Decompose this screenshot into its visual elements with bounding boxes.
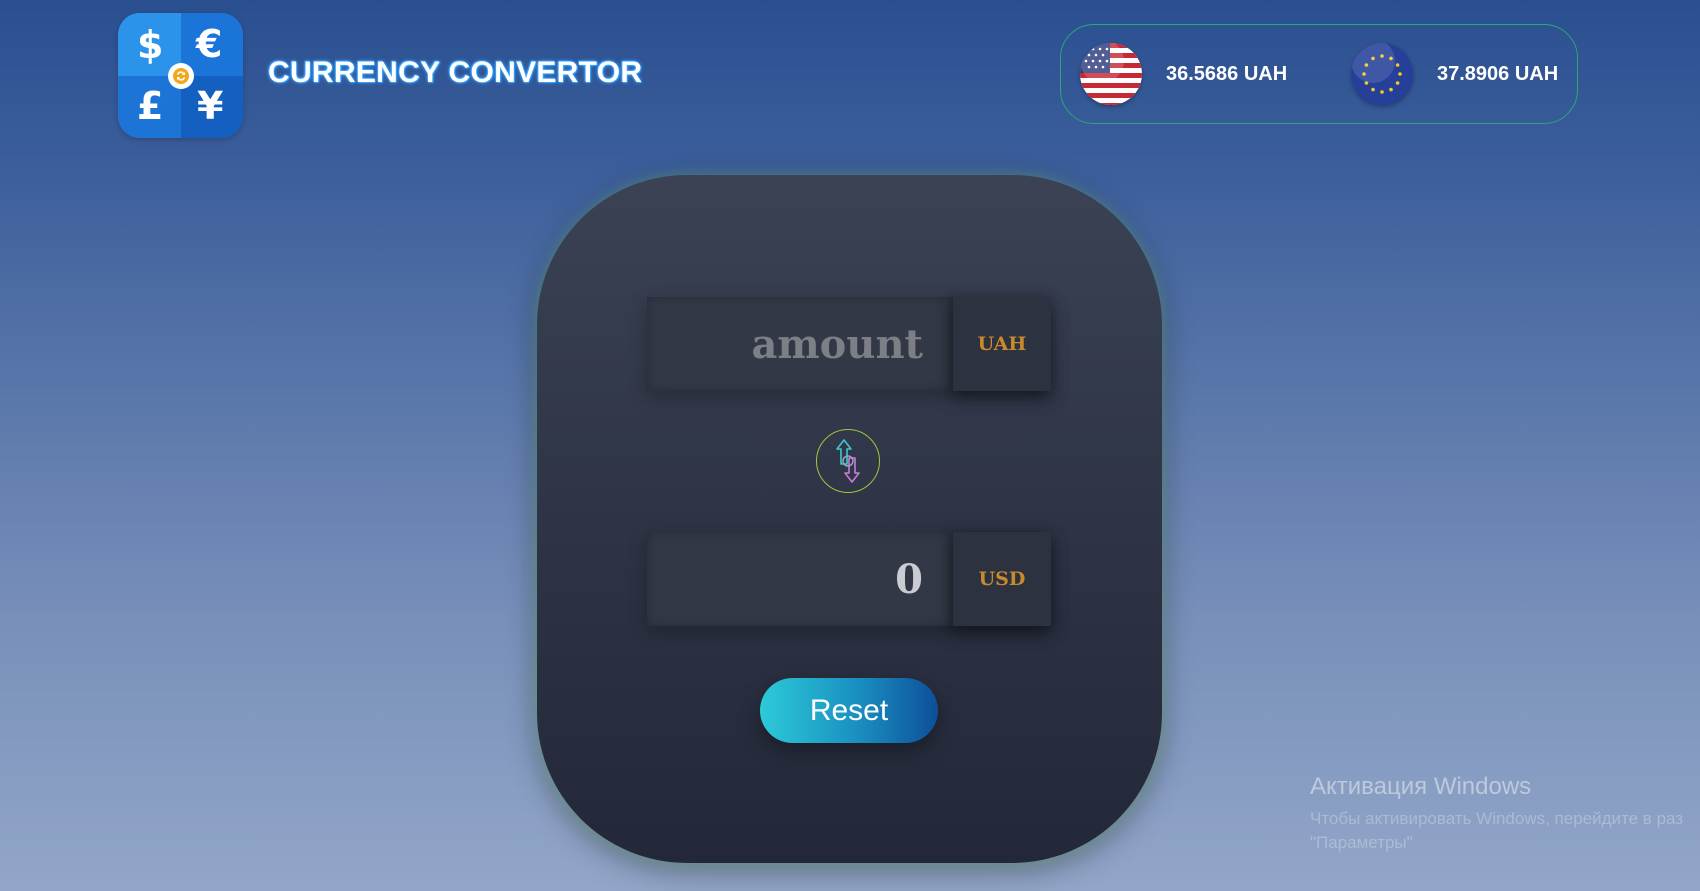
watermark-line1: Чтобы активировать Windows, перейдите в … [1310, 809, 1684, 828]
usd-rate: 36.5686 UAH [1080, 43, 1287, 105]
windows-activation-watermark: Активация Windows Чтобы активировать Win… [1310, 773, 1683, 853]
reset-button[interactable]: Reset [760, 678, 938, 743]
result-output: 0 [647, 532, 953, 626]
eur-rate: 37.8906 UAH [1351, 43, 1558, 105]
from-field: UAH [647, 297, 1051, 391]
app-logo: $ € £ ¥ [118, 13, 243, 138]
swap-button[interactable] [816, 429, 880, 493]
usd-rate-value: 36.5686 UAH [1166, 62, 1288, 85]
swap-arrows-icon [836, 439, 860, 483]
currency-exchange-icon [167, 62, 194, 89]
watermark-line2: "Параметры" [1310, 833, 1413, 852]
euro-symbol: € [196, 22, 223, 66]
to-currency-select[interactable]: USD [953, 532, 1051, 626]
eur-rate-value: 37.8906 UAH [1437, 62, 1559, 85]
to-field: 0 USD [647, 532, 1051, 626]
from-currency-select[interactable]: UAH [953, 297, 1051, 391]
app-title: CURRENCY CONVERTOR [268, 56, 643, 89]
us-flag-icon [1080, 43, 1142, 105]
yen-symbol: ¥ [197, 84, 224, 128]
pound-symbol: £ [137, 84, 164, 128]
amount-input[interactable] [647, 297, 953, 391]
watermark-title: Активация Windows [1310, 773, 1532, 800]
exchange-rates-panel: 36.5686 UAH 37.8906 UAH [1060, 24, 1578, 124]
dollar-symbol: $ [137, 23, 164, 67]
eu-flag-icon [1351, 43, 1413, 105]
converter-card: UAH 0 USD Reset [537, 175, 1162, 863]
